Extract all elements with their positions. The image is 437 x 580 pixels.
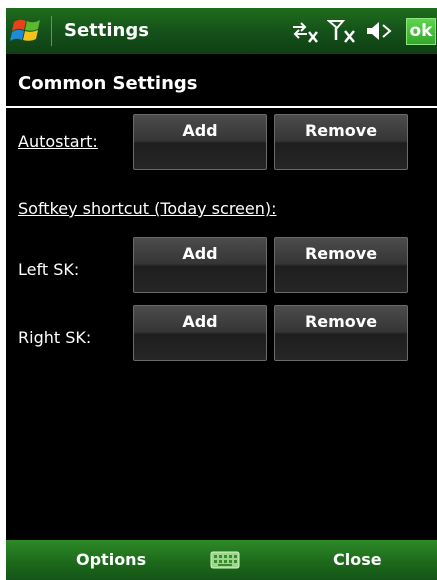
app-title: Settings: [64, 20, 149, 41]
autostart-link[interactable]: Autostart:: [18, 132, 98, 151]
close-softkey[interactable]: Close: [333, 550, 382, 569]
autostart-add-button[interactable]: Add: [133, 114, 267, 170]
right-sk-label: Right SK:: [18, 328, 92, 347]
left-sk-label: Left SK:: [18, 260, 80, 279]
section-title: Common Settings: [18, 73, 198, 94]
device-screen: Settings ok Common Settings Autostart: A…: [6, 8, 437, 580]
softkey-shortcut-link[interactable]: Softkey shortcut (Today screen):: [18, 199, 277, 218]
title-bar: Settings ok: [6, 8, 437, 54]
menu-bar: Options Close: [6, 540, 437, 580]
section-header: Common Settings: [6, 62, 437, 108]
ok-button[interactable]: ok: [406, 18, 436, 45]
title-separator: [51, 16, 52, 46]
autostart-remove-button[interactable]: Remove: [274, 114, 408, 170]
speaker-muted-icon[interactable]: [365, 18, 395, 44]
left-sk-remove-button[interactable]: Remove: [274, 237, 408, 293]
windows-start-icon[interactable]: [10, 14, 44, 48]
keyboard-icon[interactable]: [210, 550, 240, 570]
options-softkey[interactable]: Options: [76, 550, 146, 569]
right-sk-add-button[interactable]: Add: [133, 305, 267, 361]
no-signal-icon[interactable]: [327, 18, 357, 44]
left-sk-add-button[interactable]: Add: [133, 237, 267, 293]
connectivity-icon[interactable]: [289, 18, 319, 44]
right-sk-remove-button[interactable]: Remove: [274, 305, 408, 361]
